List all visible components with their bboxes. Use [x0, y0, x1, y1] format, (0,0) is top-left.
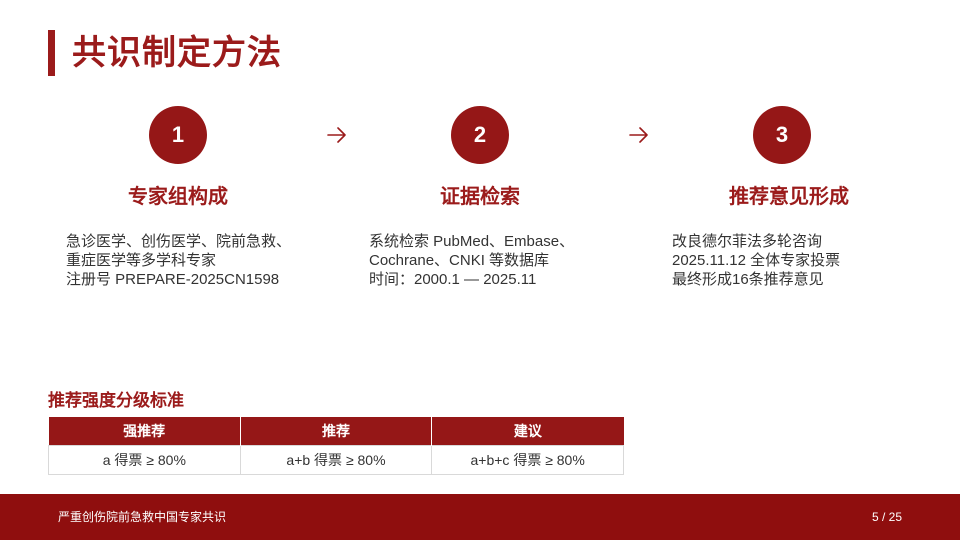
grading-cell: a+b 得票 ≥ 80% [239, 445, 433, 475]
grading-table: 强推荐 推荐 建议 a 得票 ≥ 80% a+b 得票 ≥ 80% a+b+c … [48, 417, 624, 475]
title-accent-bar [48, 30, 55, 76]
grading-header-cell: 建议 [431, 417, 624, 446]
step-3-line: 2025.11.12 全体专家投票 [672, 252, 841, 269]
step-3-description: 改良德尔菲法多轮咨询 2025.11.12 全体专家投票 最终形成16条推荐意见 [672, 232, 932, 289]
step-3-number-badge: 3 [753, 106, 811, 164]
grading-title: 推荐强度分级标准 [48, 391, 184, 410]
step-2-number-badge: 2 [451, 106, 509, 164]
grading-header-cell: 强推荐 [48, 417, 241, 446]
table-row: a 得票 ≥ 80% a+b 得票 ≥ 80% a+b+c 得票 ≥ 80% [48, 445, 624, 475]
step-3-line: 改良德尔菲法多轮咨询 [672, 233, 823, 250]
footer-bar: 严重创伤院前急救中国专家共识 5 / 25 [0, 494, 960, 540]
step-2-line: 系统检索 PubMed、Embase、 [369, 233, 575, 250]
grading-header-row: 强推荐 推荐 建议 [48, 417, 624, 446]
step-2-line: 时间：2000.1 — 2025.11 [369, 271, 537, 288]
footer-title: 严重创伤院前急救中国专家共识 [58, 510, 227, 524]
step-2-line: Cochrane、CNKI 等数据库 [369, 252, 550, 269]
arrow-right-icon [322, 120, 352, 150]
step-1-line: 急诊医学、创伤医学、院前急救、 [66, 233, 292, 250]
arrow-right-icon [624, 120, 654, 150]
page-number: 5 / 25 [871, 510, 902, 524]
step-1-title: 专家组构成 [128, 186, 228, 208]
grading-cell: a 得票 ≥ 80% [48, 445, 241, 475]
step-2-description: 系统检索 PubMed、Embase、 Cochrane、CNKI 等数据库 时… [369, 232, 629, 289]
step-3-line: 最终形成16条推荐意见 [672, 271, 824, 288]
page-title: 共识制定方法 [72, 34, 282, 72]
step-3-title: 推荐意见形成 [729, 186, 849, 208]
step-2-title: 证据检索 [440, 186, 520, 208]
step-1-number-badge: 1 [149, 106, 207, 164]
step-1-line: 重症医学等多学科专家 [66, 252, 217, 269]
grading-cell: a+b+c 得票 ≥ 80% [431, 445, 624, 475]
grading-header-cell: 推荐 [239, 417, 432, 446]
step-1-line: 注册号 PREPARE-2025CN1598 [66, 271, 280, 288]
step-1-description: 急诊医学、创伤医学、院前急救、 重症医学等多学科专家 注册号 PREPARE-2… [66, 232, 326, 289]
